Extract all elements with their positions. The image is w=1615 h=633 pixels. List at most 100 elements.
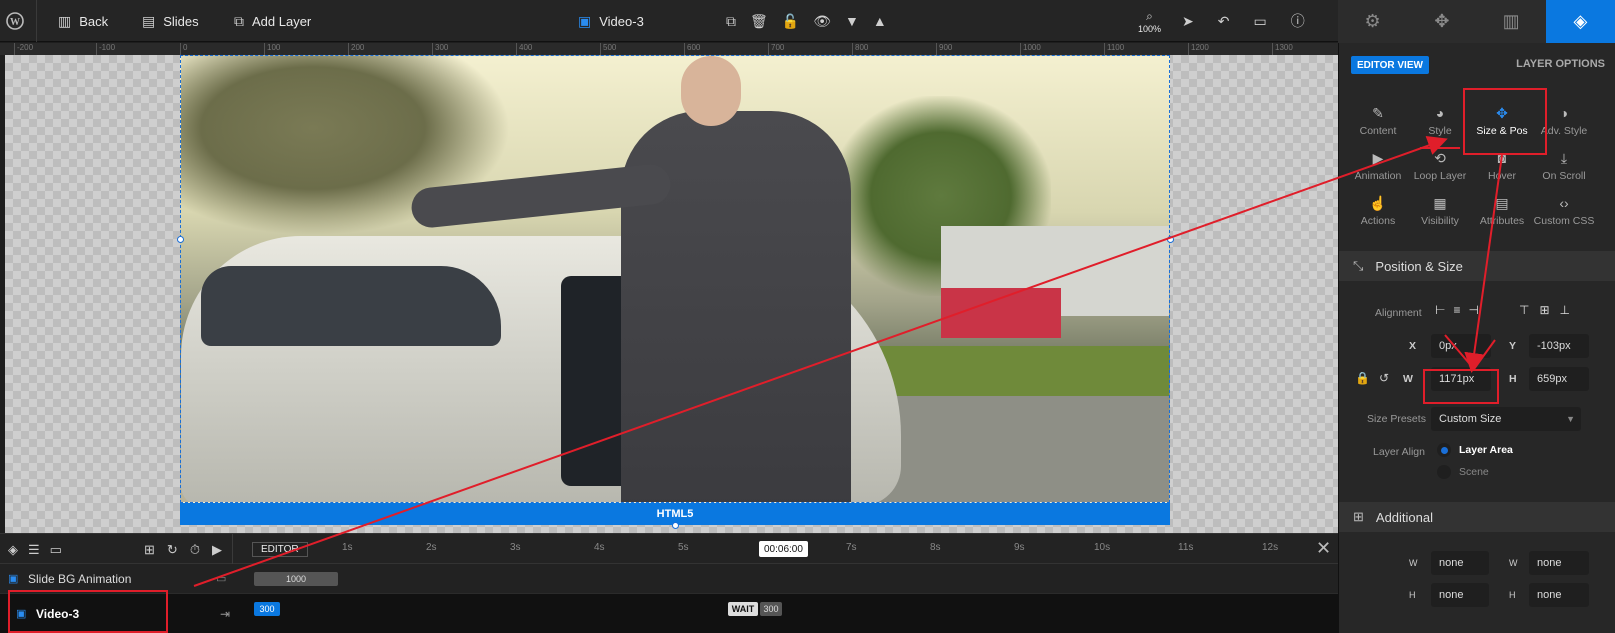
timeline-left-tools: ◈ ☰ ▭ [8, 542, 62, 558]
option-label: Visibility [1421, 215, 1459, 227]
align-left-icon[interactable]: ⊢ [1435, 303, 1445, 317]
loop-icon: ⟲ [1434, 150, 1446, 166]
editor-view-badge[interactable]: EDITOR VIEW [1351, 56, 1429, 74]
undo-icon[interactable]: ↶ [1218, 13, 1230, 30]
desktop-icon[interactable]: ▭ [1253, 13, 1266, 30]
chevron-up-icon[interactable]: ▲ [873, 13, 887, 29]
min-width-field[interactable]: none [1431, 551, 1489, 575]
list-icon[interactable]: ☰ [28, 542, 40, 558]
option-visibility[interactable]: ▦ Visibility [1409, 195, 1471, 227]
option-loop-layer[interactable]: ⟲ Loop Layer [1409, 150, 1471, 182]
size-presets-select[interactable]: Custom Size ▼ [1431, 407, 1581, 431]
option-attributes[interactable]: ▤ Attributes [1471, 195, 1533, 227]
tab-slider-settings[interactable]: ⚙ [1338, 0, 1407, 43]
zoom-value: 100% [1138, 23, 1162, 34]
tab-navigation[interactable]: ✥ [1407, 0, 1476, 43]
hand-icon: ☝ [1369, 195, 1387, 211]
duplicate-icon[interactable]: ⧉ [726, 13, 736, 30]
max-width-field[interactable]: none [1529, 551, 1589, 575]
end-bar[interactable]: 300 [760, 602, 782, 616]
option-content[interactable]: ✎ Content [1347, 105, 1409, 137]
height-field[interactable]: 659px [1529, 367, 1589, 391]
delete-icon[interactable]: 🗑 [750, 13, 768, 30]
additional-section[interactable]: ⊞ Additional [1339, 502, 1615, 532]
layer-align-option-scene[interactable]: Scene [1437, 465, 1489, 479]
expand-icon: ⤡ [1353, 258, 1364, 273]
layer-bg-icon[interactable]: ▭ [216, 572, 226, 585]
man-head [681, 56, 741, 126]
max-height-field[interactable]: none [1529, 583, 1589, 607]
lock-icon[interactable]: 🔒 [1355, 371, 1370, 385]
palette-icon: ◕ [1435, 105, 1445, 121]
timeline-row-video[interactable]: ▣ Video-3 ⇥ 300 WAIT 300 [0, 594, 1338, 633]
ruler-tick: 600 [684, 43, 700, 55]
back-label: Back [79, 13, 109, 29]
option-custom-css[interactable]: ‹› Custom CSS [1533, 195, 1595, 227]
layer-align-option-layer-area[interactable]: Layer Area [1437, 443, 1513, 457]
align-middle-icon[interactable]: ⊞ [1539, 303, 1549, 317]
h-label: H [1509, 373, 1517, 385]
min-h-label: H [1409, 590, 1416, 600]
options-row-3: ☝ Actions ▦ Visibility ▤ Attributes ‹› Custo… [1339, 195, 1615, 227]
duration-value: 1000 [285, 574, 307, 584]
option-actions[interactable]: ☝ Actions [1347, 195, 1409, 227]
eye-icon[interactable]: 👁 [813, 13, 831, 30]
help-icon[interactable]: ⓘ [1291, 11, 1305, 31]
current-layer-selector[interactable]: ▣ Video-3 [578, 0, 644, 42]
wordpress-logo-button[interactable]: W [6, 0, 30, 42]
y-position-field[interactable]: -103px [1529, 334, 1589, 358]
reset-icon[interactable]: ↺ [1379, 371, 1389, 385]
x-position-field[interactable]: 0px [1431, 334, 1491, 358]
radio-selected [1437, 443, 1451, 457]
highlight-video-layer-row [8, 590, 168, 633]
loop-icon[interactable]: ↻ [167, 542, 178, 558]
resize-handle-right[interactable] [1167, 236, 1174, 243]
second-label: 9s [1014, 542, 1025, 553]
start-bar[interactable]: 300 [254, 602, 280, 616]
back-button[interactable]: ▥ Back [58, 0, 108, 42]
align-right-icon[interactable]: ⊣ [1468, 303, 1478, 317]
resize-handle-left[interactable] [177, 236, 184, 243]
play-icon[interactable]: ▶ [212, 542, 222, 558]
align-center-icon[interactable]: ≡ [1453, 303, 1460, 317]
close-icon[interactable]: ✕ [1316, 538, 1331, 559]
code-icon: ‹› [1559, 195, 1569, 211]
duration-bar[interactable]: 1000 [254, 572, 338, 586]
ruler-tick: 1300 [1272, 43, 1293, 55]
zoom-control[interactable]: ⌕ 100% [1138, 0, 1161, 42]
time-ruler[interactable]: 1s 2s 3s 4s 5s 7s 8s 9s 10s 11s 12s [310, 534, 1320, 564]
slides-button[interactable]: ▤ Slides [142, 0, 199, 42]
split-icon[interactable]: ⊞ [144, 542, 155, 558]
lock-icon[interactable]: 🔓 [782, 13, 799, 30]
tab-layer-options[interactable]: ◈ [1545, 0, 1615, 43]
timeline-row-slide-bg[interactable]: ▣ Slide BG Animation ▭ 1000 [0, 564, 1338, 594]
min-height-field[interactable]: none [1431, 583, 1489, 607]
layers-icon[interactable]: ◈ [8, 542, 18, 558]
wait-badge[interactable]: WAIT [728, 602, 758, 616]
add-layer-button[interactable]: ⧉ Add Layer [234, 0, 311, 42]
ruler-tick: 1200 [1188, 43, 1209, 55]
folder-icon[interactable]: ▭ [50, 542, 62, 558]
editor-canvas[interactable]: HTML5 [5, 55, 1338, 533]
video-layer[interactable] [180, 55, 1170, 503]
layer-area-label: Layer Area [1459, 444, 1513, 456]
settings-tabs: ⚙ ✥ ▥ ◈ [1338, 0, 1615, 43]
tab-slide-options[interactable]: ▥ [1477, 0, 1546, 43]
visibility-icon: ▦ [1433, 195, 1447, 211]
section-title: Position & Size [1375, 258, 1463, 274]
align-top-icon[interactable]: ⊤ [1519, 303, 1529, 317]
option-label: Hover [1487, 170, 1516, 182]
option-animation[interactable]: ▶ Animation [1347, 150, 1409, 182]
resize-handle-bottom[interactable] [672, 522, 679, 529]
align-bottom-icon[interactable]: ⊥ [1560, 303, 1570, 317]
highlight-width-field [1423, 369, 1499, 404]
timer-icon[interactable]: ⏱ [190, 542, 200, 558]
position-size-section[interactable]: ⤡ Position & Size [1339, 251, 1615, 281]
ruler-tick: 300 [432, 43, 448, 55]
align-end-icon[interactable]: ⇥ [220, 607, 230, 621]
cursor-icon[interactable]: ➤ [1182, 13, 1194, 30]
option-style[interactable]: ◕ Style [1409, 105, 1471, 137]
current-time-indicator[interactable]: 00:06:00 [759, 541, 808, 557]
navigation-icon: ✥ [1434, 11, 1450, 31]
chevron-down-icon[interactable]: ▼ [845, 13, 859, 29]
